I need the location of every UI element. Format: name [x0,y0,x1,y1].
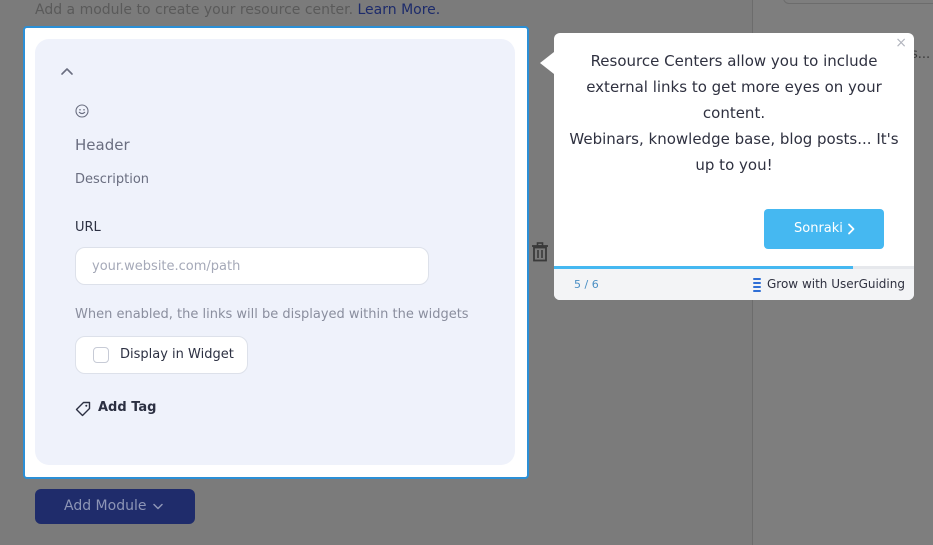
module-header[interactable]: Header [75,136,130,154]
guide-tooltip: × Resource Centers allow you to include … [554,33,914,300]
add-tag-label: Add Tag [98,400,157,415]
tooltip-body: Resource Centers allow you to include ex… [564,48,904,178]
add-module-button[interactable]: Add Module [35,489,195,524]
smiley-icon[interactable] [75,104,89,118]
learn-more-link[interactable]: Learn More. [358,2,441,18]
userguiding-brand[interactable]: Grow with UserGuiding [752,277,905,293]
tooltip-footer: 5 / 6 Grow with UserGuiding [554,269,914,300]
module-frame: Header Description URL When enabled, the… [23,26,529,479]
tooltip-arrow [540,52,554,74]
tooltip-line-2: Webinars, knowledge base, blog posts... … [569,130,899,174]
url-label: URL [75,220,101,235]
tag-icon [75,401,91,417]
right-panel-card [783,0,933,4]
add-module-label: Add Module [64,498,147,514]
display-in-widget-label: Display in Widget [120,347,234,362]
step-counter: 5 / 6 [574,278,599,291]
url-input[interactable] [75,247,429,285]
intro-text: Add a module to create your resource cen… [35,2,440,18]
userguiding-brand-label: Grow with UserGuiding [767,277,905,291]
widget-hint: When enabled, the links will be displaye… [75,307,469,322]
userguiding-logo-icon [753,278,761,292]
module-description[interactable]: Description [75,172,149,187]
module-card: Header Description URL When enabled, the… [35,39,515,465]
intro-label: Add a module to create your resource cen… [35,2,354,18]
chevron-down-icon [153,503,163,510]
next-button-label: Sonraki [794,221,843,236]
display-in-widget-toggle[interactable]: Display in Widget [75,336,248,374]
next-button[interactable]: Sonraki [764,209,884,249]
tooltip-line-1: Resource Centers allow you to include ex… [586,52,882,122]
chevron-up-icon[interactable] [60,66,74,76]
chevron-right-icon [848,223,855,235]
trash-icon[interactable] [530,242,550,262]
display-in-widget-checkbox[interactable] [93,347,109,363]
